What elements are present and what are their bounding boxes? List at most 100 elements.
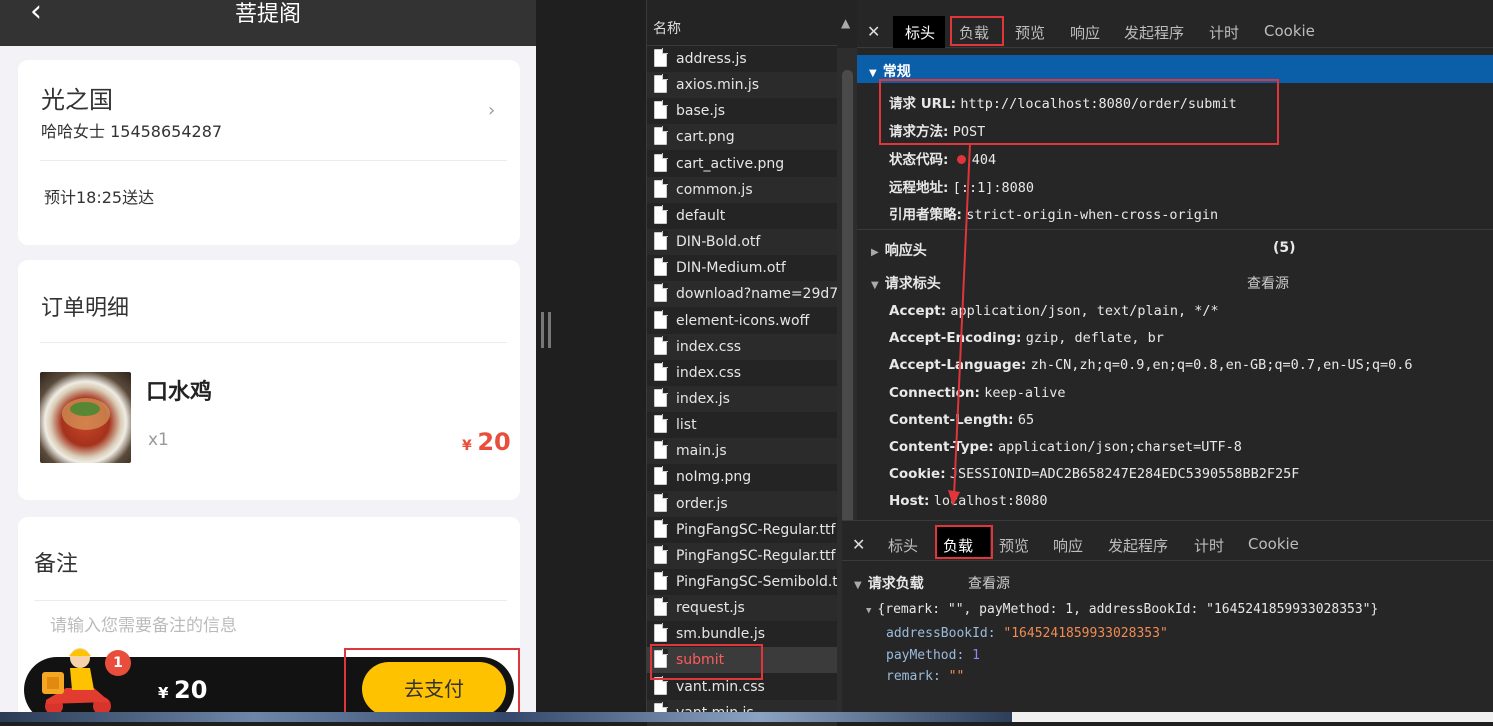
request-name: axios.min.js — [676, 77, 760, 94]
payload-field: addressBookId: "1645241859933028353" — [886, 626, 1168, 641]
request-row[interactable]: common.js — [647, 176, 837, 203]
request-name: base.js — [676, 103, 726, 120]
tab-cookie[interactable]: Cookie — [1248, 535, 1299, 553]
file-icon — [654, 74, 668, 94]
tab-preview[interactable]: 预览 — [1015, 22, 1045, 43]
request-name: index.css — [676, 338, 742, 355]
file-icon — [654, 100, 668, 120]
highlight-box — [950, 16, 1004, 46]
request-row[interactable]: default — [647, 203, 837, 229]
request-row[interactable]: cart.png — [647, 124, 837, 151]
request-row[interactable]: download?name=29d76 — [647, 281, 837, 308]
file-icon — [654, 544, 668, 564]
tab-headers[interactable]: 标头 — [888, 535, 918, 556]
request-headers-toggle[interactable]: ▼ 请求标头 — [871, 273, 941, 293]
mobile-app: ‹ 菩提阁 光之国 哈哈女士 15458654287 › 预计18:25送达 订… — [0, 0, 536, 722]
request-row[interactable]: element-icons.woff — [647, 308, 837, 334]
general-section-title: ▼ 常规 — [869, 64, 911, 80]
request-row[interactable]: noImg.png — [647, 464, 837, 490]
tab-timing[interactable]: 计时 — [1194, 535, 1224, 556]
request-row[interactable]: main.js — [647, 438, 837, 465]
request-row[interactable]: index.css — [647, 360, 837, 386]
close-icon[interactable]: ✕ — [867, 22, 880, 41]
view-source-link[interactable]: 查看源 — [968, 573, 1010, 593]
request-row[interactable]: PingFangSC-Semibold.ttf — [647, 569, 837, 595]
payload-summary[interactable]: ▼ {remark: "", payMethod: 1, addressBookI… — [866, 602, 1378, 617]
close-icon[interactable]: ✕ — [852, 535, 865, 554]
request-header-row: Accept: application/json, text/plain, */… — [889, 303, 1219, 319]
request-row[interactable]: index.css — [647, 333, 837, 360]
request-name: noImg.png — [676, 469, 752, 486]
file-icon — [654, 623, 668, 643]
file-icon — [654, 466, 668, 486]
divider — [40, 342, 507, 343]
divider — [40, 160, 507, 161]
request-name: index.css — [676, 364, 742, 381]
dish-name: 口水鸡 — [146, 380, 213, 405]
request-row[interactable]: PingFangSC-Regular.ttf — [647, 517, 837, 543]
tab-initiator[interactable]: 发起程序 — [1124, 22, 1184, 43]
file-icon — [654, 518, 668, 538]
request-payload-toggle[interactable]: ▼ 请求负载 — [854, 573, 924, 593]
request-row[interactable]: axios.min.js — [647, 72, 837, 99]
request-name: index.js — [676, 390, 730, 407]
view-source-link[interactable]: 查看源 — [1247, 273, 1289, 293]
request-name: PingFangSC-Regular.ttf — [676, 521, 836, 538]
request-name: main.js — [676, 443, 727, 460]
tab-cookie[interactable]: Cookie — [1264, 22, 1315, 40]
sort-up-icon[interactable]: ▲ — [841, 16, 850, 30]
page-title: 菩提阁 — [234, 2, 301, 27]
payload-field: payMethod: 1 — [886, 648, 980, 663]
highlight-box — [650, 644, 763, 680]
file-icon — [654, 335, 668, 355]
file-icon — [654, 571, 668, 590]
request-header-row: Accept-Encoding: gzip, deflate, br — [889, 330, 1164, 347]
request-row[interactable]: DIN-Medium.otf — [647, 255, 837, 281]
request-name: list — [676, 417, 697, 434]
address-place: 光之国 — [41, 86, 113, 114]
request-row[interactable]: address.js — [647, 46, 837, 72]
request-row[interactable]: request.js — [647, 595, 837, 622]
request-row[interactable]: index.js — [647, 385, 837, 412]
request-row[interactable]: DIN-Bold.otf — [647, 229, 837, 256]
file-icon — [654, 387, 668, 407]
request-list: 名称 ▲ address.js axios.min.js base.js cart.p… — [646, 0, 858, 726]
response-headers-toggle[interactable]: ▶ 响应头 — [871, 240, 927, 260]
request-row[interactable]: order.js — [647, 490, 837, 517]
request-row[interactable]: list — [647, 412, 837, 438]
chevron-right-icon[interactable]: › — [488, 100, 495, 121]
highlight-box — [879, 79, 1279, 145]
request-name: request.js — [676, 600, 745, 617]
request-row[interactable]: base.js — [647, 98, 837, 124]
request-name: order.js — [676, 495, 728, 512]
address-contact: 哈哈女士 15458654287 — [41, 122, 223, 141]
file-icon — [654, 361, 668, 381]
scrollbar-thumb[interactable] — [842, 70, 853, 540]
tab-response[interactable]: 响应 — [1053, 535, 1083, 556]
request-name: DIN-Bold.otf — [676, 234, 761, 251]
remark-input[interactable] — [34, 600, 507, 640]
tab-response[interactable]: 响应 — [1070, 22, 1100, 43]
request-row[interactable]: cart_active.png — [647, 151, 837, 177]
desktop-background-strip — [0, 712, 1012, 722]
dish-price: ¥ 20 — [462, 428, 511, 456]
tab-initiator[interactable]: 发起程序 — [1108, 535, 1168, 556]
file-icon — [654, 178, 668, 198]
taskbar-strip — [1012, 712, 1493, 722]
request-row[interactable]: PingFangSC-Regular.ttf — [647, 542, 837, 569]
tab-headers[interactable]: 标头 — [905, 22, 935, 43]
request-name: cart.png — [676, 129, 735, 146]
request-name: default — [676, 207, 726, 224]
resize-handle[interactable] — [541, 312, 551, 348]
request-name: vant.min.css — [676, 678, 765, 695]
request-name: common.js — [676, 181, 753, 198]
file-icon — [654, 597, 668, 617]
request-name: download?name=29d76 — [676, 286, 837, 303]
file-icon — [654, 48, 668, 67]
tab-timing[interactable]: 计时 — [1209, 22, 1239, 43]
app-header: ‹ 菩提阁 — [0, 0, 536, 46]
currency-symbol: ¥ — [462, 438, 472, 454]
name-column-header[interactable]: 名称 — [647, 12, 837, 46]
tab-preview[interactable]: 预览 — [999, 535, 1029, 556]
request-name: PingFangSC-Regular.ttf — [676, 547, 836, 564]
